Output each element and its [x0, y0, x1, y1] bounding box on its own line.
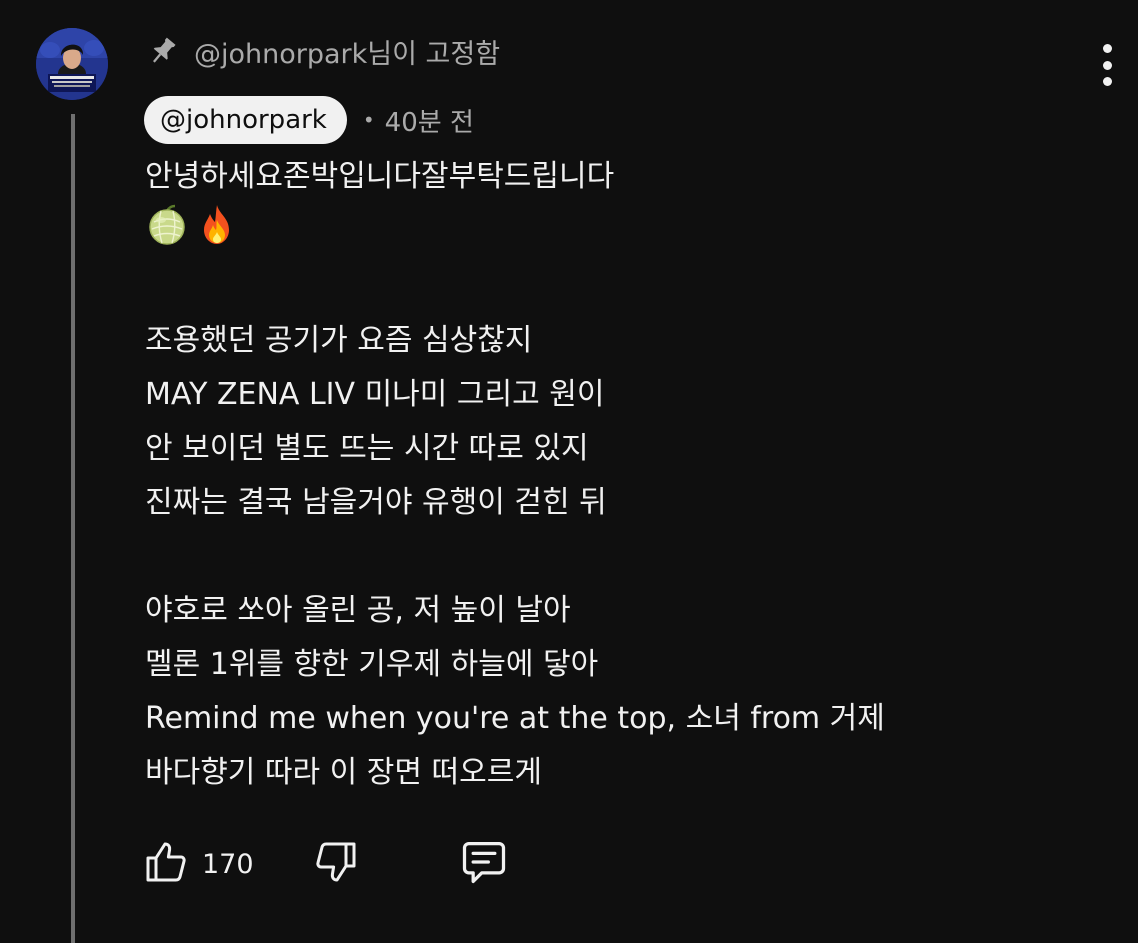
- author-chip[interactable]: @johnorpark: [144, 96, 347, 144]
- pin-icon: [146, 34, 180, 68]
- comment-text: 안녕하세요존박입니다잘부탁드립니다 조용했던 공기가 요즘 심상찮지 MAY Z…: [145, 150, 1105, 800]
- comment-line: 멜론 1위를 향한 기우제 하늘에 닿아: [145, 647, 599, 682]
- more-vert-dot: [1102, 60, 1112, 70]
- thumbs-down-icon: [312, 838, 360, 890]
- comment-actions: 170: [142, 836, 510, 892]
- pinned-by-label: @johnorpark님이 고정함: [194, 38, 501, 70]
- comment-line: 안녕하세요존박입니다잘부탁드립니다: [145, 159, 615, 194]
- comment-line: 조용했던 공기가 요즘 심상찮지: [145, 323, 533, 358]
- comment-icon: [458, 836, 510, 892]
- thread-line: [71, 114, 75, 943]
- avatar-image: [36, 28, 108, 100]
- melon-icon: [145, 202, 189, 264]
- thumbs-up-icon: [142, 838, 190, 890]
- comment-timestamp[interactable]: 40분 전: [385, 102, 474, 139]
- dislike-button[interactable]: [312, 838, 360, 890]
- pinned-indicator: @johnorpark님이 고정함: [146, 28, 500, 74]
- comment-line: Remind me when you're at the top, 소녀 fro…: [145, 701, 885, 736]
- meta-separator: •: [362, 108, 375, 132]
- more-options-button[interactable]: [1094, 44, 1120, 86]
- comment-line: MAY ZENA LIV 미나미 그리고 원이: [145, 377, 605, 412]
- avatar[interactable]: [36, 28, 108, 100]
- comment-line: 야호로 쏘아 올린 공, 저 높이 날아: [145, 593, 571, 628]
- fire-icon: [195, 202, 239, 264]
- like-count: 170: [202, 848, 254, 880]
- more-vert-dot: [1102, 77, 1112, 86]
- comment-header: @johnorpark • 40분 전: [144, 95, 474, 145]
- reply-button[interactable]: [458, 836, 510, 892]
- comment-line: 진짜는 결국 남을거야 유행이 걷힌 뒤: [145, 485, 607, 520]
- comment-line: 안 보이던 별도 뜨는 시간 따로 있지: [145, 431, 589, 466]
- like-button[interactable]: 170: [142, 838, 254, 890]
- more-vert-icon: [1102, 44, 1112, 53]
- comment-line: 바다향기 따라 이 장면 떠오르게: [145, 755, 542, 790]
- emoji-line: [145, 204, 1105, 260]
